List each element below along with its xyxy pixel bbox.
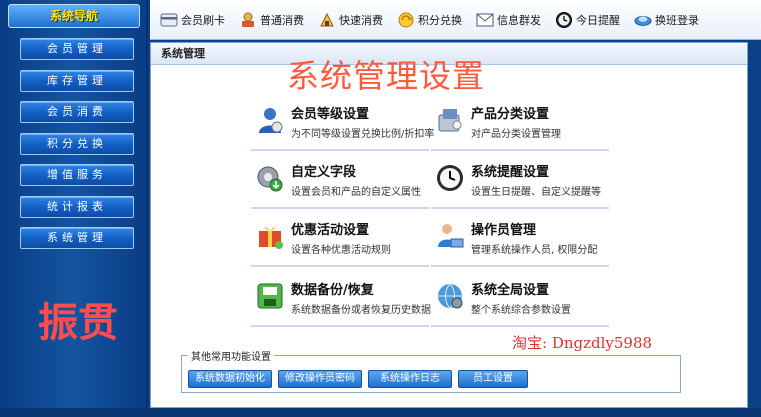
tile-reminder-settings[interactable]: 系统提醒设置 设置生日提醒、自定义提醒等 — [431, 157, 609, 209]
operation-log-button[interactable]: 系统操作日志 — [368, 370, 452, 388]
nav-statistics-report[interactable]: 统计报表 — [20, 195, 134, 218]
nav-value-added-service[interactable]: 增值服务 — [20, 164, 134, 186]
global-settings-icon — [435, 281, 465, 311]
backup-icon — [255, 281, 285, 311]
other-functions-group: 其他常用功能设置 系统数据初始化 修改操作员密码 系统操作日志 员工设置 — [181, 348, 681, 393]
card-icon — [160, 11, 178, 29]
toolbar: 会员刷卡 普通消费 快速消费 积分兑换 信息群发 今日提醒 换班登录 — [150, 0, 761, 40]
cashier-icon — [239, 11, 257, 29]
toolbar-normal-consume[interactable]: 普通消费 — [239, 11, 304, 29]
other-functions-legend: 其他常用功能设置 — [188, 348, 274, 363]
member-level-icon — [255, 105, 285, 135]
toolbar-today-reminder[interactable]: 今日提醒 — [555, 11, 620, 29]
toolbar-fast-consume[interactable]: 快速消费 — [318, 11, 383, 29]
shop-watermark: 淘宝: Dngzdly5988 — [512, 334, 653, 352]
toolbar-shift-login[interactable]: 换班登录 — [634, 11, 699, 29]
nav-member-management[interactable]: 会员管理 — [20, 38, 134, 60]
tile-product-category[interactable]: 产品分类设置 对产品分类设置管理 — [431, 99, 609, 151]
toolbar-card-swipe[interactable]: 会员刷卡 — [160, 11, 225, 29]
message-icon — [476, 11, 494, 29]
toolbar-message-broadcast[interactable]: 信息群发 — [476, 11, 541, 29]
sidebar: 系统导航 会员管理 库存管理 会员消费 积分兑换 增值服务 统计报表 系统管理 … — [0, 0, 148, 417]
brand-text: 振贯 — [38, 299, 118, 346]
points-icon — [397, 11, 415, 29]
tile-data-backup[interactable]: 数据备份/恢复 系统数据备份或者恢复历史数据 — [251, 275, 431, 327]
tile-custom-field[interactable]: 自定义字段 设置会员和产品的自定义属性 — [251, 157, 429, 209]
promotion-icon — [255, 221, 285, 251]
operator-icon — [435, 221, 465, 251]
fast-consume-icon — [318, 11, 336, 29]
toolbar-label: 快速消费 — [339, 13, 383, 27]
shift-icon — [634, 11, 652, 29]
toolbar-label: 积分兑换 — [418, 13, 462, 27]
toolbar-label: 换班登录 — [655, 13, 699, 27]
nav-system-management[interactable]: 系统管理 — [20, 227, 134, 249]
tile-promotion-settings[interactable]: 优惠活动设置 设置各种优惠活动规则 — [251, 215, 429, 267]
nav-points-exchange[interactable]: 积分兑换 — [20, 132, 134, 155]
toolbar-label: 今日提醒 — [576, 13, 620, 27]
toolbar-label: 普通消费 — [260, 13, 304, 27]
page-title: 系统管理设置 — [287, 57, 486, 95]
toolbar-label: 会员刷卡 — [181, 13, 225, 27]
change-password-button[interactable]: 修改操作员密码 — [278, 370, 362, 388]
nav-member-consume[interactable]: 会员消费 — [20, 101, 134, 123]
reminder-clock-icon — [435, 163, 465, 193]
tile-member-level[interactable]: 会员等级设置 为不同等级设置兑换比例/折扣率 — [251, 99, 434, 151]
custom-field-icon — [255, 163, 285, 193]
clock-icon — [555, 11, 573, 29]
toolbar-points-exchange[interactable]: 积分兑换 — [397, 11, 462, 29]
product-category-icon — [435, 105, 465, 135]
footer-strip — [0, 408, 761, 417]
staff-settings-button[interactable]: 员工设置 — [458, 370, 528, 388]
main-panel: 系统管理 系统管理设置 会员等级设置 为不同等级设置兑换比例/折扣率 产品分类设… — [150, 42, 748, 408]
nav-inventory-management[interactable]: 库存管理 — [20, 69, 134, 92]
tile-global-settings[interactable]: 系统全局设置 整个系统综合参数设置 — [431, 275, 609, 327]
sidebar-header: 系统导航 — [8, 4, 140, 28]
nav-list: 会员管理 库存管理 会员消费 积分兑换 增值服务 统计报表 系统管理 — [20, 38, 134, 259]
init-data-button[interactable]: 系统数据初始化 — [188, 370, 272, 388]
toolbar-label: 信息群发 — [497, 13, 541, 27]
tile-operator-management[interactable]: 操作员管理 管理系统操作人员, 权限分配 — [431, 215, 609, 267]
